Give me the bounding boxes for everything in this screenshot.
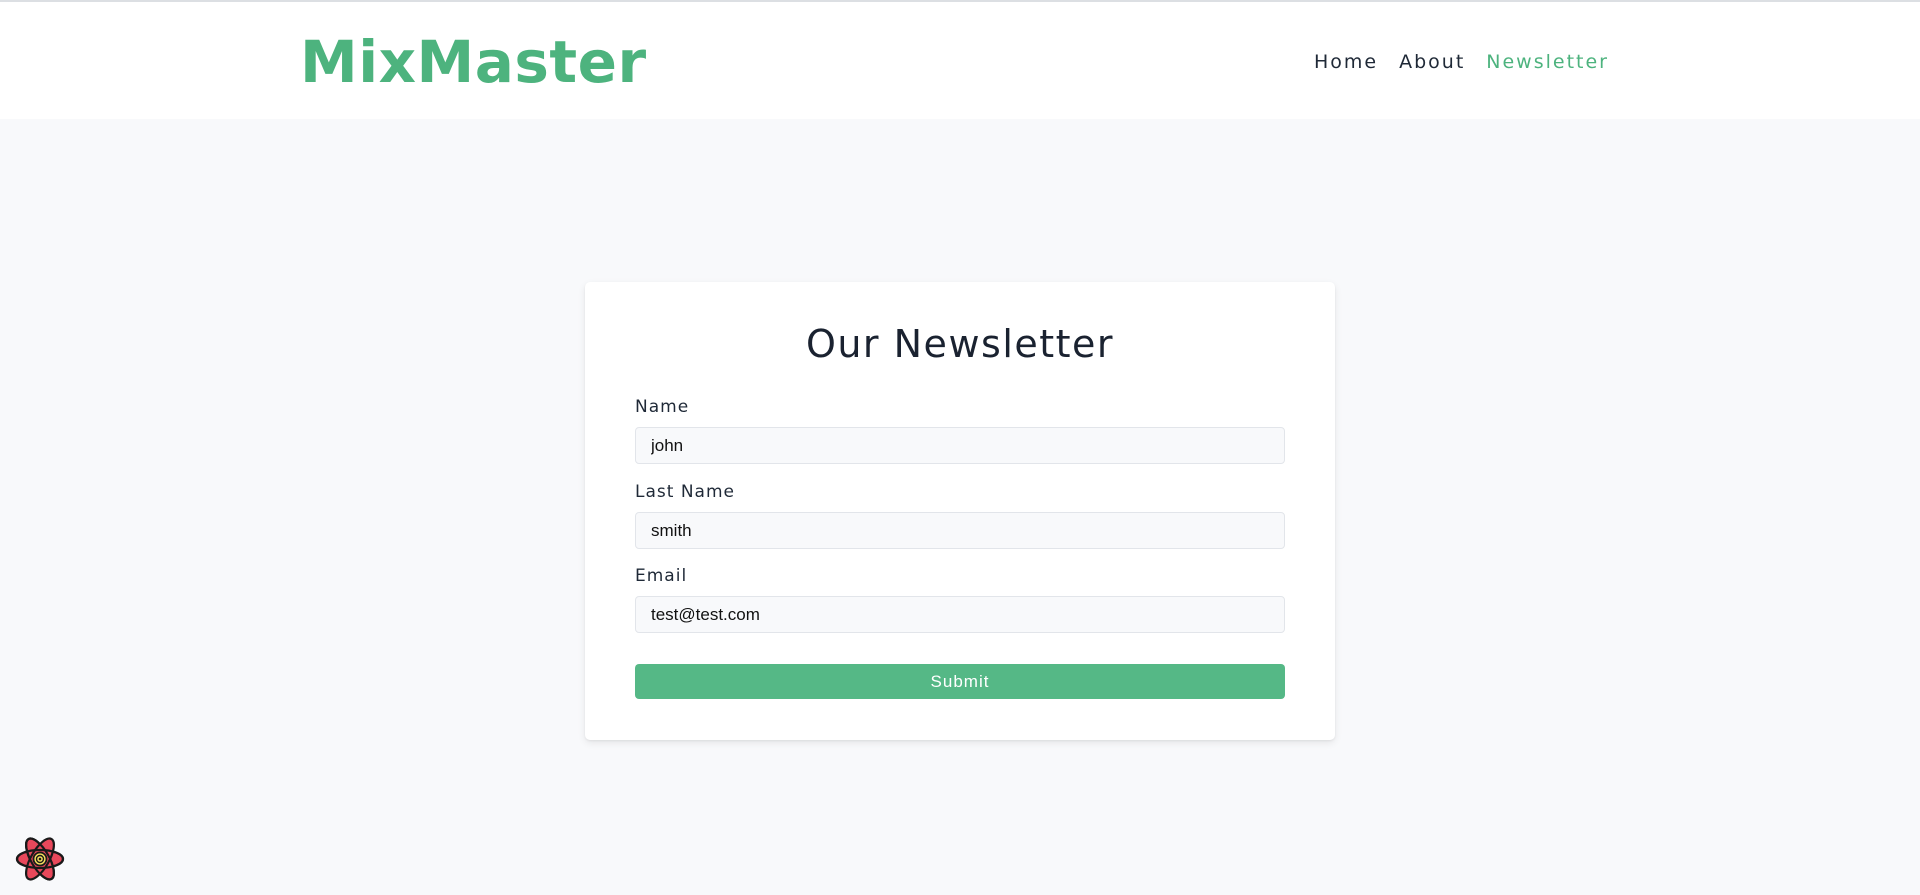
nav-link-home[interactable]: Home	[1314, 50, 1378, 74]
last-name-label: Last Name	[635, 482, 735, 502]
email-label: Email	[635, 566, 688, 586]
nav-link-about[interactable]: About	[1399, 50, 1465, 74]
react-logo-icon	[15, 837, 65, 881]
newsletter-form: Our Newsletter Name Last Name Email Subm…	[585, 282, 1335, 740]
form-title: Our Newsletter	[805, 322, 1115, 366]
react-devtools-icon[interactable]	[14, 835, 66, 883]
last-name-input[interactable]	[635, 512, 1285, 549]
nav-link-newsletter[interactable]: Newsletter	[1486, 50, 1609, 74]
brand-logo[interactable]: MixMaster	[300, 26, 647, 98]
name-input[interactable]	[635, 427, 1285, 464]
submit-button[interactable]: Submit	[635, 664, 1285, 699]
nav-links: Home About Newsletter	[1314, 50, 1609, 74]
email-input[interactable]	[635, 596, 1285, 633]
name-label: Name	[635, 397, 690, 417]
navbar: MixMaster Home About Newsletter	[0, 2, 1920, 119]
